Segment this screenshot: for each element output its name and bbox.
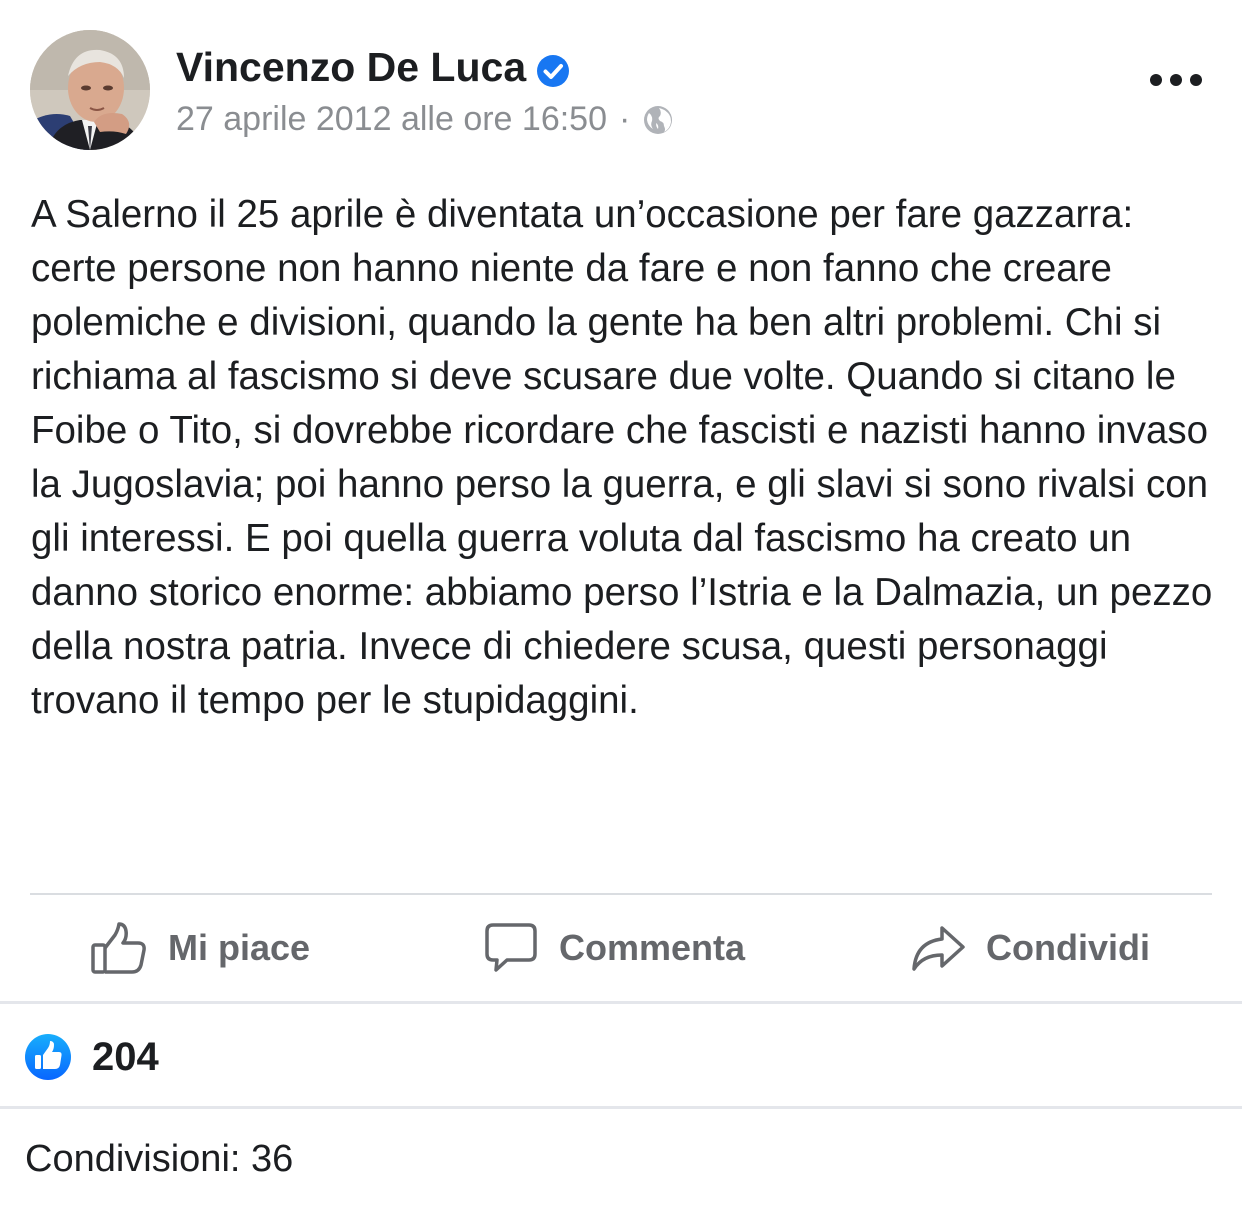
share-button[interactable]: Condividi	[910, 895, 1150, 1001]
share-label: Condividi	[986, 927, 1150, 968]
author-name-row[interactable]: Vincenzo De Luca	[176, 44, 570, 91]
reactions-summary[interactable]: 204	[24, 1030, 159, 1084]
like-reaction-icon	[25, 1034, 71, 1080]
avatar-portrait-image	[30, 30, 150, 150]
post-header: Vincenzo De Luca 27 aprile 2012 alle ore…	[0, 0, 1242, 170]
comment-button[interactable]: Commenta	[483, 895, 745, 1001]
globe-icon[interactable]	[642, 104, 674, 136]
share-arrow-icon	[912, 926, 965, 971]
like-button[interactable]: Mi piace	[90, 895, 310, 1001]
more-options-icon	[1150, 74, 1202, 86]
verified-badge-icon	[536, 51, 570, 87]
post-meta: 27 aprile 2012 alle ore 16:50 ·	[176, 100, 674, 139]
divider	[0, 1106, 1242, 1109]
post-text: A Salerno il 25 aprile è diventata un’oc…	[31, 193, 1213, 722]
divider	[0, 1001, 1242, 1004]
like-label: Mi piace	[168, 927, 311, 968]
action-bar: Mi piace Commenta Condividi	[0, 895, 1242, 1001]
author-name[interactable]: Vincenzo De Luca	[176, 44, 526, 91]
meta-separator: ·	[619, 100, 631, 138]
author-avatar[interactable]	[30, 30, 150, 150]
more-options-button[interactable]	[1146, 62, 1206, 98]
reaction-count: 204	[92, 1034, 159, 1079]
comment-bubble-icon	[485, 923, 537, 972]
post-timestamp[interactable]: 27 aprile 2012 alle ore 16:50	[176, 100, 607, 139]
thumbs-up-icon	[91, 922, 146, 974]
comment-label: Commenta	[559, 927, 746, 968]
shares-count[interactable]: Condivisioni: 36	[25, 1138, 293, 1181]
